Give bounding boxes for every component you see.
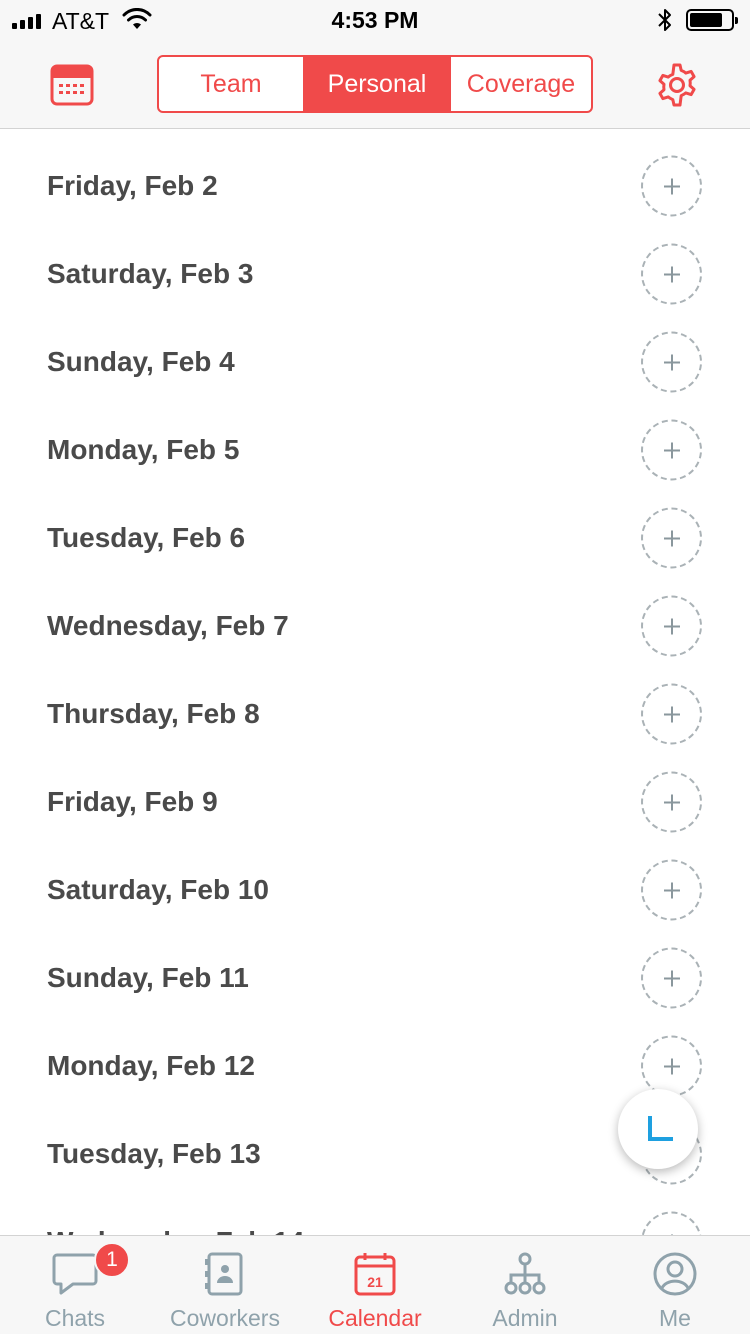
calendar-icon: 21 bbox=[351, 1250, 399, 1298]
add-shift-button[interactable] bbox=[641, 331, 702, 393]
tab-admin[interactable]: Admin bbox=[450, 1236, 600, 1334]
tab-coworkers[interactable]: Coworkers bbox=[150, 1236, 300, 1334]
segment-team[interactable]: Team bbox=[159, 57, 303, 111]
day-label: Thursday, Feb 8 bbox=[47, 698, 260, 729]
plus-icon bbox=[663, 1058, 680, 1074]
add-shift-button[interactable] bbox=[641, 155, 702, 217]
clock-hands-icon bbox=[648, 1116, 673, 1141]
day-label: Saturday, Feb 10 bbox=[47, 874, 270, 905]
calendar-icon[interactable] bbox=[50, 60, 94, 106]
day-row: Saturday, Feb 3 bbox=[0, 230, 750, 318]
plus-icon bbox=[663, 442, 680, 458]
add-shift-button[interactable] bbox=[641, 1035, 702, 1097]
segment-coverage[interactable]: Coverage bbox=[449, 57, 591, 111]
unread-badge: 1 bbox=[94, 1242, 130, 1278]
day-row: Sunday, Feb 4 bbox=[0, 318, 750, 406]
day-label: Tuesday, Feb 13 bbox=[47, 1138, 261, 1169]
tab-label: Chats bbox=[44, 1305, 106, 1331]
day-label: Sunday, Feb 11 bbox=[47, 962, 249, 993]
day-row: Friday, Feb 2 bbox=[0, 142, 750, 230]
day-row: Tuesday, Feb 6 bbox=[0, 494, 750, 582]
tab-calendar[interactable]: 21 Calendar bbox=[300, 1236, 450, 1334]
battery-icon bbox=[686, 9, 738, 31]
day-row: Wednesday, Feb 14 bbox=[0, 1198, 750, 1235]
bottom-tab-bar: 1 Chats Coworkers 21 Calendar Admin Me bbox=[0, 1235, 750, 1334]
profile-icon bbox=[651, 1250, 699, 1298]
add-shift-button[interactable] bbox=[641, 859, 702, 921]
day-label: Saturday, Feb 3 bbox=[47, 258, 254, 289]
day-row: Wednesday, Feb 7 bbox=[0, 582, 750, 670]
add-shift-button[interactable] bbox=[641, 595, 702, 657]
add-shift-button[interactable] bbox=[641, 771, 702, 833]
day-row: Saturday, Feb 10 bbox=[0, 846, 750, 934]
plus-icon bbox=[663, 530, 680, 546]
segment-personal[interactable]: Personal bbox=[303, 57, 449, 111]
day-label: Monday, Feb 5 bbox=[47, 434, 240, 465]
plus-icon bbox=[663, 970, 680, 986]
day-label: Monday, Feb 12 bbox=[47, 1050, 255, 1081]
day-row: Friday, Feb 9 bbox=[0, 758, 750, 846]
day-label: Friday, Feb 2 bbox=[47, 170, 218, 201]
plus-icon bbox=[663, 266, 680, 282]
plus-icon bbox=[663, 618, 680, 634]
org-chart-icon bbox=[501, 1250, 549, 1298]
time-clock-button[interactable] bbox=[618, 1089, 698, 1169]
plus-icon bbox=[663, 882, 680, 898]
add-shift-button[interactable] bbox=[641, 419, 702, 481]
clock-time: 4:53 PM bbox=[331, 7, 419, 33]
day-label: Tuesday, Feb 6 bbox=[47, 522, 246, 553]
plus-icon bbox=[663, 706, 680, 722]
add-shift-button[interactable] bbox=[641, 507, 702, 569]
bluetooth-icon bbox=[656, 7, 674, 38]
add-shift-button[interactable] bbox=[641, 1211, 702, 1235]
add-shift-button[interactable] bbox=[641, 683, 702, 745]
tab-label: Me bbox=[659, 1305, 691, 1331]
top-navigation-bar: Team Personal Coverage bbox=[0, 40, 750, 129]
day-row: Thursday, Feb 8 bbox=[0, 670, 750, 758]
day-row: Monday, Feb 5 bbox=[0, 406, 750, 494]
tab-chats[interactable]: 1 Chats bbox=[0, 1236, 150, 1334]
tab-me[interactable]: Me bbox=[600, 1236, 750, 1334]
contacts-icon bbox=[201, 1250, 249, 1298]
day-label: Wednesday, Feb 14 bbox=[47, 1226, 304, 1235]
add-shift-button[interactable] bbox=[641, 947, 702, 1009]
tab-label: Calendar bbox=[328, 1305, 422, 1331]
tab-label: Coworkers bbox=[170, 1305, 280, 1331]
day-row: Sunday, Feb 11 bbox=[0, 934, 750, 1022]
schedule-day-list[interactable]: Friday, Feb 2 Saturday, Feb 3 Sunday, Fe… bbox=[0, 130, 750, 1235]
status-bar: AT&T 4:53 PM bbox=[0, 0, 750, 40]
plus-icon bbox=[663, 178, 680, 194]
day-label: Sunday, Feb 4 bbox=[47, 346, 235, 377]
add-shift-button[interactable] bbox=[641, 243, 702, 305]
plus-icon bbox=[663, 794, 680, 810]
schedule-view-segmented-control: Team Personal Coverage bbox=[157, 55, 593, 113]
gear-icon[interactable] bbox=[654, 62, 700, 108]
day-label: Wednesday, Feb 7 bbox=[47, 610, 289, 641]
tab-label: Admin bbox=[492, 1305, 558, 1331]
plus-icon bbox=[663, 354, 680, 370]
day-label: Friday, Feb 9 bbox=[47, 786, 218, 817]
calendar-day-number: 21 bbox=[367, 1274, 383, 1290]
chat-icon bbox=[51, 1250, 99, 1298]
